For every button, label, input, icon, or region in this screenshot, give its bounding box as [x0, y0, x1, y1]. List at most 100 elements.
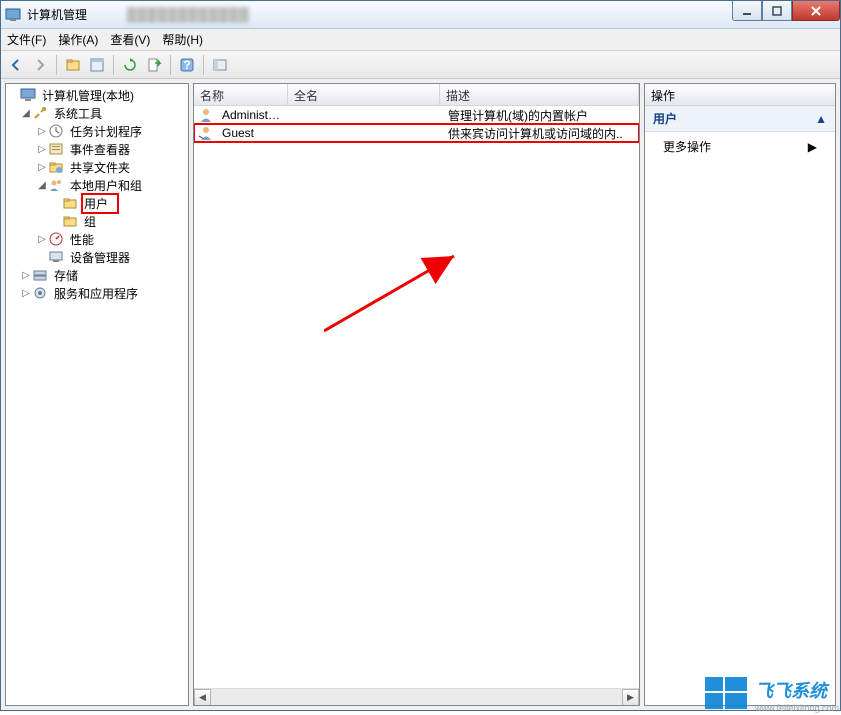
window-buttons	[732, 1, 840, 21]
tree-event-viewer[interactable]: ▷ 事件查看器	[6, 140, 188, 158]
action-section-users[interactable]: 用户 ▲	[645, 106, 835, 132]
back-button[interactable]	[5, 54, 27, 76]
window-title: 计算机管理	[27, 6, 87, 23]
tree-root[interactable]: 计算机管理(本地)	[6, 86, 188, 104]
tree-label: 事件查看器	[70, 143, 130, 157]
col-name[interactable]: 名称	[194, 84, 288, 105]
cell-name: Administrat...	[216, 108, 290, 122]
collapse-icon[interactable]: ◢	[20, 108, 32, 119]
maximize-button[interactable]	[762, 1, 792, 21]
tree-local-users[interactable]: ◢ 本地用户和组	[6, 176, 188, 194]
tree-groups[interactable]: 组	[6, 212, 188, 230]
export-button[interactable]	[143, 54, 165, 76]
computer-icon	[20, 87, 36, 103]
toolbar-separator	[56, 55, 57, 75]
user-disabled-icon	[198, 125, 214, 141]
list-pane: 名称 全名 描述 Administrat... 管理计算机(域)的内置帐户 Gu…	[193, 83, 640, 706]
folder-icon	[62, 195, 78, 211]
scroll-track[interactable]	[211, 689, 622, 705]
tree-label: 服务和应用程序	[54, 287, 138, 301]
performance-icon	[48, 231, 64, 247]
col-description[interactable]: 描述	[440, 84, 639, 105]
event-icon	[48, 141, 64, 157]
user-icon	[198, 107, 214, 123]
col-fullname[interactable]: 全名	[288, 84, 440, 105]
svg-text:?: ?	[183, 58, 190, 72]
users-icon	[48, 177, 64, 193]
tree-label: 系统工具	[54, 107, 102, 121]
expand-icon[interactable]: ▷	[36, 126, 48, 137]
toolbar-separator	[170, 55, 171, 75]
clock-icon	[48, 123, 64, 139]
action-more[interactable]: 更多操作 ▶	[645, 132, 835, 161]
properties-button[interactable]	[86, 54, 108, 76]
annotation-arrow-icon	[324, 251, 484, 341]
scroll-left-button[interactable]: ◀	[194, 689, 211, 706]
tree-system-tools[interactable]: ◢ 系统工具	[6, 104, 188, 122]
tree-storage[interactable]: ▷ 存储	[6, 266, 188, 284]
tree-label: 本地用户和组	[70, 179, 142, 193]
action-more-label: 更多操作	[663, 138, 711, 155]
shared-folder-icon	[48, 159, 64, 175]
tree: 计算机管理(本地) ◢ 系统工具 ▷ 任务计划程序 ▷ 事件查看器	[6, 84, 188, 304]
collapse-icon[interactable]: ◢	[36, 180, 48, 191]
tree-label: 共享文件夹	[70, 161, 130, 175]
tree-task-scheduler[interactable]: ▷ 任务计划程序	[6, 122, 188, 140]
window: 计算机管理 ████████████ 文件(F) 操作(A) 查看(V) 帮助(…	[0, 0, 841, 711]
tree-pane[interactable]: 计算机管理(本地) ◢ 系统工具 ▷ 任务计划程序 ▷ 事件查看器	[5, 83, 189, 706]
expand-icon[interactable]: ▷	[36, 234, 48, 245]
tree-performance[interactable]: ▷ 性能	[6, 230, 188, 248]
titlebar[interactable]: 计算机管理 ████████████	[1, 1, 840, 29]
action-section-label: 用户	[653, 110, 677, 127]
client-area: 计算机管理(本地) ◢ 系统工具 ▷ 任务计划程序 ▷ 事件查看器	[1, 79, 840, 710]
cell-description: 管理计算机(域)的内置帐户	[442, 107, 639, 124]
blurred-subtitle: ████████████	[127, 7, 250, 22]
tree-label: 组	[84, 215, 96, 229]
help-button[interactable]: ?	[176, 54, 198, 76]
chevron-right-icon: ▶	[808, 140, 817, 154]
tree-shared-folders[interactable]: ▷ 共享文件夹	[6, 158, 188, 176]
horizontal-scrollbar[interactable]: ◀ ▶	[194, 688, 639, 705]
scroll-right-button[interactable]: ▶	[622, 689, 639, 706]
services-icon	[32, 285, 48, 301]
toolbar: ?	[1, 51, 840, 79]
tree-label: 任务计划程序	[70, 125, 142, 139]
menu-view[interactable]: 查看(V)	[110, 31, 150, 48]
tree-label: 计算机管理(本地)	[42, 89, 134, 103]
tree-services[interactable]: ▷ 服务和应用程序	[6, 284, 188, 302]
menu-help[interactable]: 帮助(H)	[162, 31, 203, 48]
forward-button[interactable]	[29, 54, 51, 76]
menubar: 文件(F) 操作(A) 查看(V) 帮助(H)	[1, 29, 840, 51]
folder-icon	[62, 213, 78, 229]
tree-label: 性能	[70, 233, 94, 247]
tree-users[interactable]: 用户	[6, 194, 188, 212]
minimize-button[interactable]	[732, 1, 762, 21]
refresh-button[interactable]	[119, 54, 141, 76]
toolbar-separator	[113, 55, 114, 75]
action-header: 操作	[645, 84, 835, 106]
tree-label: 用户	[84, 197, 108, 211]
list-row-administrator[interactable]: Administrat... 管理计算机(域)的内置帐户	[194, 106, 639, 124]
up-button[interactable]	[62, 54, 84, 76]
menu-file[interactable]: 文件(F)	[7, 31, 46, 48]
expand-icon[interactable]: ▷	[20, 270, 32, 281]
tools-icon	[32, 105, 48, 121]
storage-icon	[32, 267, 48, 283]
expand-icon[interactable]: ▷	[36, 162, 48, 173]
app-icon	[5, 7, 21, 23]
menu-action[interactable]: 操作(A)	[58, 31, 98, 48]
cell-description: 供来宾访问计算机或访问域的内..	[442, 125, 639, 142]
list-header: 名称 全名 描述	[194, 84, 639, 106]
cell-name: Guest	[216, 126, 290, 140]
view-button[interactable]	[209, 54, 231, 76]
close-button[interactable]	[792, 1, 840, 21]
tree-label: 存储	[54, 269, 78, 283]
action-pane: 操作 用户 ▲ 更多操作 ▶	[644, 83, 836, 706]
collapse-icon[interactable]: ▲	[815, 112, 827, 126]
tree-device-manager[interactable]: 设备管理器	[6, 248, 188, 266]
expand-icon[interactable]: ▷	[36, 144, 48, 155]
list-body[interactable]: Administrat... 管理计算机(域)的内置帐户 Guest 供来宾访问…	[194, 106, 639, 688]
list-row-guest[interactable]: Guest 供来宾访问计算机或访问域的内..	[194, 124, 639, 142]
expand-icon[interactable]: ▷	[20, 288, 32, 299]
toolbar-separator	[203, 55, 204, 75]
